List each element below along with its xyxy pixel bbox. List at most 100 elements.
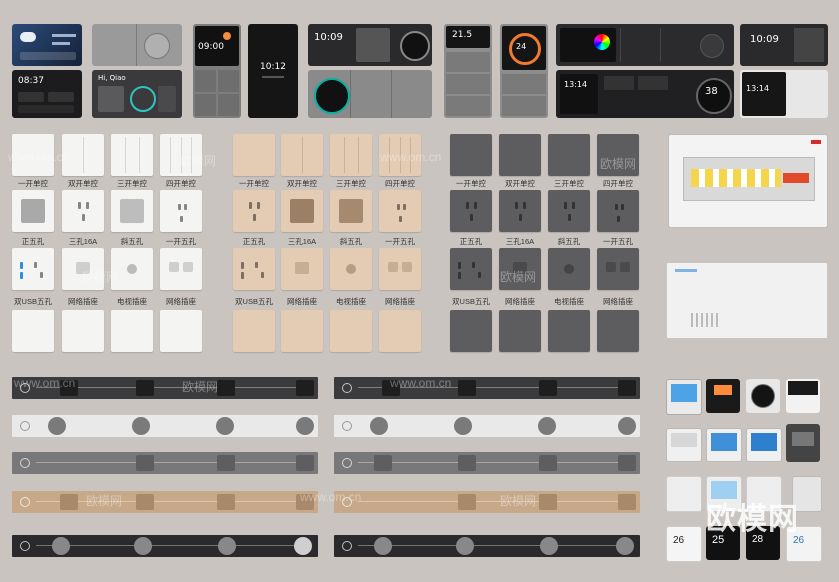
power-icon[interactable] — [20, 497, 30, 507]
track-adapter[interactable] — [618, 494, 636, 510]
beige-network-socket-2[interactable] — [379, 248, 421, 290]
thermostat[interactable] — [666, 379, 702, 415]
track-adapter[interactable] — [458, 455, 476, 471]
grey-slant-5pin-socket[interactable] — [548, 190, 590, 232]
track-adapter[interactable] — [52, 537, 70, 555]
beige-2gang-switch[interactable] — [281, 134, 323, 176]
white-3pin-16a-socket[interactable] — [62, 190, 104, 232]
track-adapter[interactable] — [216, 417, 234, 435]
power-icon[interactable] — [342, 497, 352, 507]
white-3gang-switch[interactable] — [111, 134, 153, 176]
white-touch-switch[interactable] — [111, 310, 153, 352]
track-adapter[interactable] — [296, 417, 314, 435]
track-adapter[interactable] — [134, 537, 152, 555]
thermostat[interactable] — [746, 428, 782, 462]
white-dual-usb-socket[interactable] — [12, 248, 54, 290]
track-adapter[interactable] — [217, 380, 235, 396]
thermostat[interactable] — [786, 379, 820, 413]
beige-3gang-switch[interactable] — [330, 134, 372, 176]
white-5pin-socket[interactable] — [12, 190, 54, 232]
grey-2gang-switch[interactable] — [499, 134, 541, 176]
thermostat[interactable] — [706, 379, 740, 413]
track-adapter[interactable] — [618, 455, 636, 471]
white-touch-switch[interactable] — [62, 310, 104, 352]
track-adapter[interactable] — [218, 537, 236, 555]
track-adapter[interactable] — [539, 380, 557, 396]
track-adapter[interactable] — [458, 380, 476, 396]
track-adapter[interactable] — [539, 455, 557, 471]
track-adapter[interactable] — [540, 537, 558, 555]
track-adapter[interactable] — [538, 417, 556, 435]
track-adapter[interactable] — [136, 380, 154, 396]
track-adapter[interactable] — [296, 455, 314, 471]
power-icon[interactable] — [20, 458, 30, 468]
track-adapter[interactable] — [616, 537, 634, 555]
track-adapter[interactable] — [296, 380, 314, 396]
track-adapter[interactable] — [48, 417, 66, 435]
track-adapter[interactable] — [136, 494, 154, 510]
thermostat-round[interactable] — [746, 379, 780, 413]
power-icon[interactable] — [20, 421, 30, 431]
thermostat[interactable] — [706, 428, 742, 462]
beige-1gang-switch[interactable] — [233, 134, 275, 176]
white-network-socket[interactable] — [62, 248, 104, 290]
grey-network-socket[interactable] — [499, 248, 541, 290]
white-touch-switch[interactable] — [12, 310, 54, 352]
white-switch-5pin-socket[interactable] — [160, 190, 202, 232]
white-1gang-switch[interactable] — [12, 134, 54, 176]
grey-dual-usb-socket[interactable] — [450, 248, 492, 290]
grey-tv-socket[interactable] — [548, 248, 590, 290]
grey-3gang-switch[interactable] — [548, 134, 590, 176]
white-slant-5pin-socket[interactable] — [111, 190, 153, 232]
power-icon[interactable] — [20, 383, 30, 393]
track-adapter[interactable] — [618, 380, 636, 396]
beige-switch-5pin-socket[interactable] — [379, 190, 421, 232]
white-tv-socket[interactable] — [111, 248, 153, 290]
power-icon[interactable] — [20, 541, 30, 551]
white-touch-switch[interactable] — [160, 310, 202, 352]
track-adapter[interactable] — [294, 537, 312, 555]
grey-3pin-16a-socket[interactable] — [499, 190, 541, 232]
track-adapter[interactable] — [382, 380, 400, 396]
beige-touch-switch[interactable] — [330, 310, 372, 352]
grey-1gang-switch[interactable] — [450, 134, 492, 176]
beige-slant-5pin-socket[interactable] — [330, 190, 372, 232]
track-adapter[interactable] — [217, 494, 235, 510]
thermostat[interactable] — [666, 428, 702, 462]
track-adapter[interactable] — [539, 494, 557, 510]
thermostat[interactable] — [786, 424, 820, 462]
grey-network-socket-2[interactable] — [597, 248, 639, 290]
beige-touch-switch[interactable] — [233, 310, 275, 352]
white-network-socket-2[interactable] — [160, 248, 202, 290]
grey-touch-switch[interactable] — [499, 310, 541, 352]
track-adapter[interactable] — [217, 455, 235, 471]
grey-touch-switch[interactable] — [597, 310, 639, 352]
grey-5pin-socket[interactable] — [450, 190, 492, 232]
track-adapter[interactable] — [374, 455, 392, 471]
track-adapter[interactable] — [454, 417, 472, 435]
grey-4gang-switch[interactable] — [597, 134, 639, 176]
track-adapter[interactable] — [296, 494, 314, 510]
thermostat[interactable]: 26 — [666, 526, 702, 562]
track-adapter[interactable] — [60, 494, 78, 510]
beige-network-socket[interactable] — [281, 248, 323, 290]
beige-tv-socket[interactable] — [330, 248, 372, 290]
white-2gang-switch[interactable] — [62, 134, 104, 176]
beige-touch-switch[interactable] — [281, 310, 323, 352]
beige-3pin-16a-socket[interactable] — [281, 190, 323, 232]
grey-touch-switch[interactable] — [450, 310, 492, 352]
beige-4gang-switch[interactable] — [379, 134, 421, 176]
grey-touch-switch[interactable] — [548, 310, 590, 352]
track-adapter[interactable] — [60, 380, 78, 396]
grey-switch-5pin-socket[interactable] — [597, 190, 639, 232]
power-icon[interactable] — [342, 421, 352, 431]
power-icon[interactable] — [342, 383, 352, 393]
beige-5pin-socket[interactable] — [233, 190, 275, 232]
track-adapter[interactable] — [458, 494, 476, 510]
track-adapter[interactable] — [136, 455, 154, 471]
white-4gang-switch[interactable] — [160, 134, 202, 176]
track-adapter[interactable] — [618, 417, 636, 435]
power-icon[interactable] — [342, 541, 352, 551]
thermostat[interactable] — [666, 476, 702, 512]
power-icon[interactable] — [342, 458, 352, 468]
